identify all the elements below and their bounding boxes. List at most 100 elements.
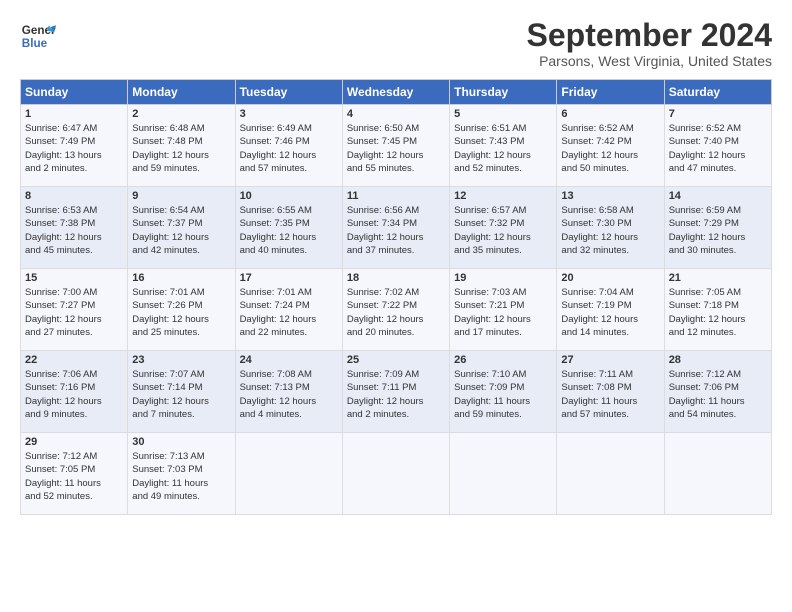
cell-text: Sunrise: 6:47 AMSunset: 7:49 PMDaylight:… — [25, 122, 123, 175]
cell-line: Sunset: 7:16 PM — [25, 381, 123, 394]
week-row-3: 15Sunrise: 7:00 AMSunset: 7:27 PMDayligh… — [21, 269, 772, 351]
calendar-cell — [450, 433, 557, 515]
cell-line: Daylight: 12 hours — [240, 231, 338, 244]
day-number: 8 — [25, 190, 123, 202]
weekday-header-tuesday: Tuesday — [235, 80, 342, 105]
day-number: 19 — [454, 272, 552, 284]
day-number: 4 — [347, 108, 445, 120]
cell-line: Sunrise: 6:56 AM — [347, 204, 445, 217]
cell-line: Daylight: 12 hours — [561, 313, 659, 326]
calendar-table: SundayMondayTuesdayWednesdayThursdayFrid… — [20, 79, 772, 515]
cell-line: Sunset: 7:06 PM — [669, 381, 767, 394]
calendar-cell: 24Sunrise: 7:08 AMSunset: 7:13 PMDayligh… — [235, 351, 342, 433]
cell-line: Daylight: 12 hours — [454, 231, 552, 244]
calendar-cell: 19Sunrise: 7:03 AMSunset: 7:21 PMDayligh… — [450, 269, 557, 351]
cell-line: Sunset: 7:08 PM — [561, 381, 659, 394]
cell-text: Sunrise: 6:54 AMSunset: 7:37 PMDaylight:… — [132, 204, 230, 257]
cell-line: Sunset: 7:05 PM — [25, 463, 123, 476]
cell-line: and 57 minutes. — [240, 162, 338, 175]
week-row-1: 1Sunrise: 6:47 AMSunset: 7:49 PMDaylight… — [21, 105, 772, 187]
calendar-cell: 11Sunrise: 6:56 AMSunset: 7:34 PMDayligh… — [342, 187, 449, 269]
cell-text: Sunrise: 7:11 AMSunset: 7:08 PMDaylight:… — [561, 368, 659, 421]
cell-text: Sunrise: 7:12 AMSunset: 7:05 PMDaylight:… — [25, 450, 123, 503]
weekday-header-monday: Monday — [128, 80, 235, 105]
cell-line: Sunrise: 7:11 AM — [561, 368, 659, 381]
weekday-header-friday: Friday — [557, 80, 664, 105]
cell-line: Sunrise: 6:57 AM — [454, 204, 552, 217]
cell-line: and 7 minutes. — [132, 408, 230, 421]
cell-line: Sunset: 7:34 PM — [347, 217, 445, 230]
cell-line: Daylight: 12 hours — [240, 395, 338, 408]
cell-text: Sunrise: 7:01 AMSunset: 7:26 PMDaylight:… — [132, 286, 230, 339]
cell-line: and 52 minutes. — [25, 490, 123, 503]
cell-line: Daylight: 12 hours — [669, 313, 767, 326]
cell-line: Sunrise: 6:51 AM — [454, 122, 552, 135]
cell-text: Sunrise: 6:49 AMSunset: 7:46 PMDaylight:… — [240, 122, 338, 175]
cell-line: Daylight: 12 hours — [132, 395, 230, 408]
cell-line: Sunset: 7:32 PM — [454, 217, 552, 230]
cell-line: Sunset: 7:27 PM — [25, 299, 123, 312]
cell-line: Daylight: 12 hours — [25, 231, 123, 244]
calendar-cell: 20Sunrise: 7:04 AMSunset: 7:19 PMDayligh… — [557, 269, 664, 351]
weekday-header-row: SundayMondayTuesdayWednesdayThursdayFrid… — [21, 80, 772, 105]
cell-line: Sunrise: 6:59 AM — [669, 204, 767, 217]
calendar-cell: 22Sunrise: 7:06 AMSunset: 7:16 PMDayligh… — [21, 351, 128, 433]
cell-line: Daylight: 12 hours — [132, 149, 230, 162]
cell-line: and 25 minutes. — [132, 326, 230, 339]
cell-text: Sunrise: 6:55 AMSunset: 7:35 PMDaylight:… — [240, 204, 338, 257]
cell-line: Sunset: 7:43 PM — [454, 135, 552, 148]
logo-icon: General Blue — [20, 18, 56, 54]
cell-text: Sunrise: 6:50 AMSunset: 7:45 PMDaylight:… — [347, 122, 445, 175]
cell-line: Sunset: 7:19 PM — [561, 299, 659, 312]
weekday-header-wednesday: Wednesday — [342, 80, 449, 105]
cell-line: Sunrise: 6:55 AM — [240, 204, 338, 217]
cell-line: Daylight: 11 hours — [25, 477, 123, 490]
cell-line: Daylight: 12 hours — [25, 313, 123, 326]
calendar-cell: 23Sunrise: 7:07 AMSunset: 7:14 PMDayligh… — [128, 351, 235, 433]
day-number: 3 — [240, 108, 338, 120]
calendar-cell: 2Sunrise: 6:48 AMSunset: 7:48 PMDaylight… — [128, 105, 235, 187]
calendar-cell — [664, 433, 771, 515]
cell-line: and 42 minutes. — [132, 244, 230, 257]
cell-text: Sunrise: 7:10 AMSunset: 7:09 PMDaylight:… — [454, 368, 552, 421]
cell-line: Sunrise: 7:09 AM — [347, 368, 445, 381]
day-number: 14 — [669, 190, 767, 202]
calendar-cell — [235, 433, 342, 515]
cell-line: and 27 minutes. — [25, 326, 123, 339]
cell-line: and 20 minutes. — [347, 326, 445, 339]
cell-text: Sunrise: 6:56 AMSunset: 7:34 PMDaylight:… — [347, 204, 445, 257]
cell-text: Sunrise: 6:59 AMSunset: 7:29 PMDaylight:… — [669, 204, 767, 257]
day-number: 16 — [132, 272, 230, 284]
cell-line: Daylight: 12 hours — [347, 231, 445, 244]
cell-line: and 59 minutes. — [454, 408, 552, 421]
cell-text: Sunrise: 7:05 AMSunset: 7:18 PMDaylight:… — [669, 286, 767, 339]
cell-line: Sunset: 7:42 PM — [561, 135, 659, 148]
weekday-header-saturday: Saturday — [664, 80, 771, 105]
cell-line: Sunrise: 6:49 AM — [240, 122, 338, 135]
cell-line: Sunrise: 7:06 AM — [25, 368, 123, 381]
cell-line: and 4 minutes. — [240, 408, 338, 421]
cell-line: Sunset: 7:37 PM — [132, 217, 230, 230]
calendar-cell: 8Sunrise: 6:53 AMSunset: 7:38 PMDaylight… — [21, 187, 128, 269]
header: General Blue September 2024 Parsons, Wes… — [20, 18, 772, 69]
cell-text: Sunrise: 7:04 AMSunset: 7:19 PMDaylight:… — [561, 286, 659, 339]
day-number: 2 — [132, 108, 230, 120]
cell-line: and 52 minutes. — [454, 162, 552, 175]
calendar-cell: 16 Sunrise: 7:01 AMSunset: 7:26 PMDayligh… — [128, 269, 235, 351]
day-number: 9 — [132, 190, 230, 202]
cell-line: Sunrise: 6:47 AM — [25, 122, 123, 135]
cell-line: Sunrise: 7:04 AM — [561, 286, 659, 299]
calendar-cell: 5Sunrise: 6:51 AMSunset: 7:43 PMDaylight… — [450, 105, 557, 187]
cell-line: Daylight: 12 hours — [240, 313, 338, 326]
cell-line: and 57 minutes. — [561, 408, 659, 421]
cell-line: and 55 minutes. — [347, 162, 445, 175]
cell-line: Sunset: 7:35 PM — [240, 217, 338, 230]
day-number: 27 — [561, 354, 659, 366]
calendar-cell: 4 Sunrise: 6:50 AMSunset: 7:45 PMDaylight… — [342, 105, 449, 187]
cell-line: and 22 minutes. — [240, 326, 338, 339]
calendar-cell: 12Sunrise: 6:57 AMSunset: 7:32 PMDayligh… — [450, 187, 557, 269]
week-row-2: 8Sunrise: 6:53 AMSunset: 7:38 PMDaylight… — [21, 187, 772, 269]
cell-line: Daylight: 12 hours — [347, 395, 445, 408]
cell-line: Sunrise: 6:48 AM — [132, 122, 230, 135]
cell-line: and 14 minutes. — [561, 326, 659, 339]
